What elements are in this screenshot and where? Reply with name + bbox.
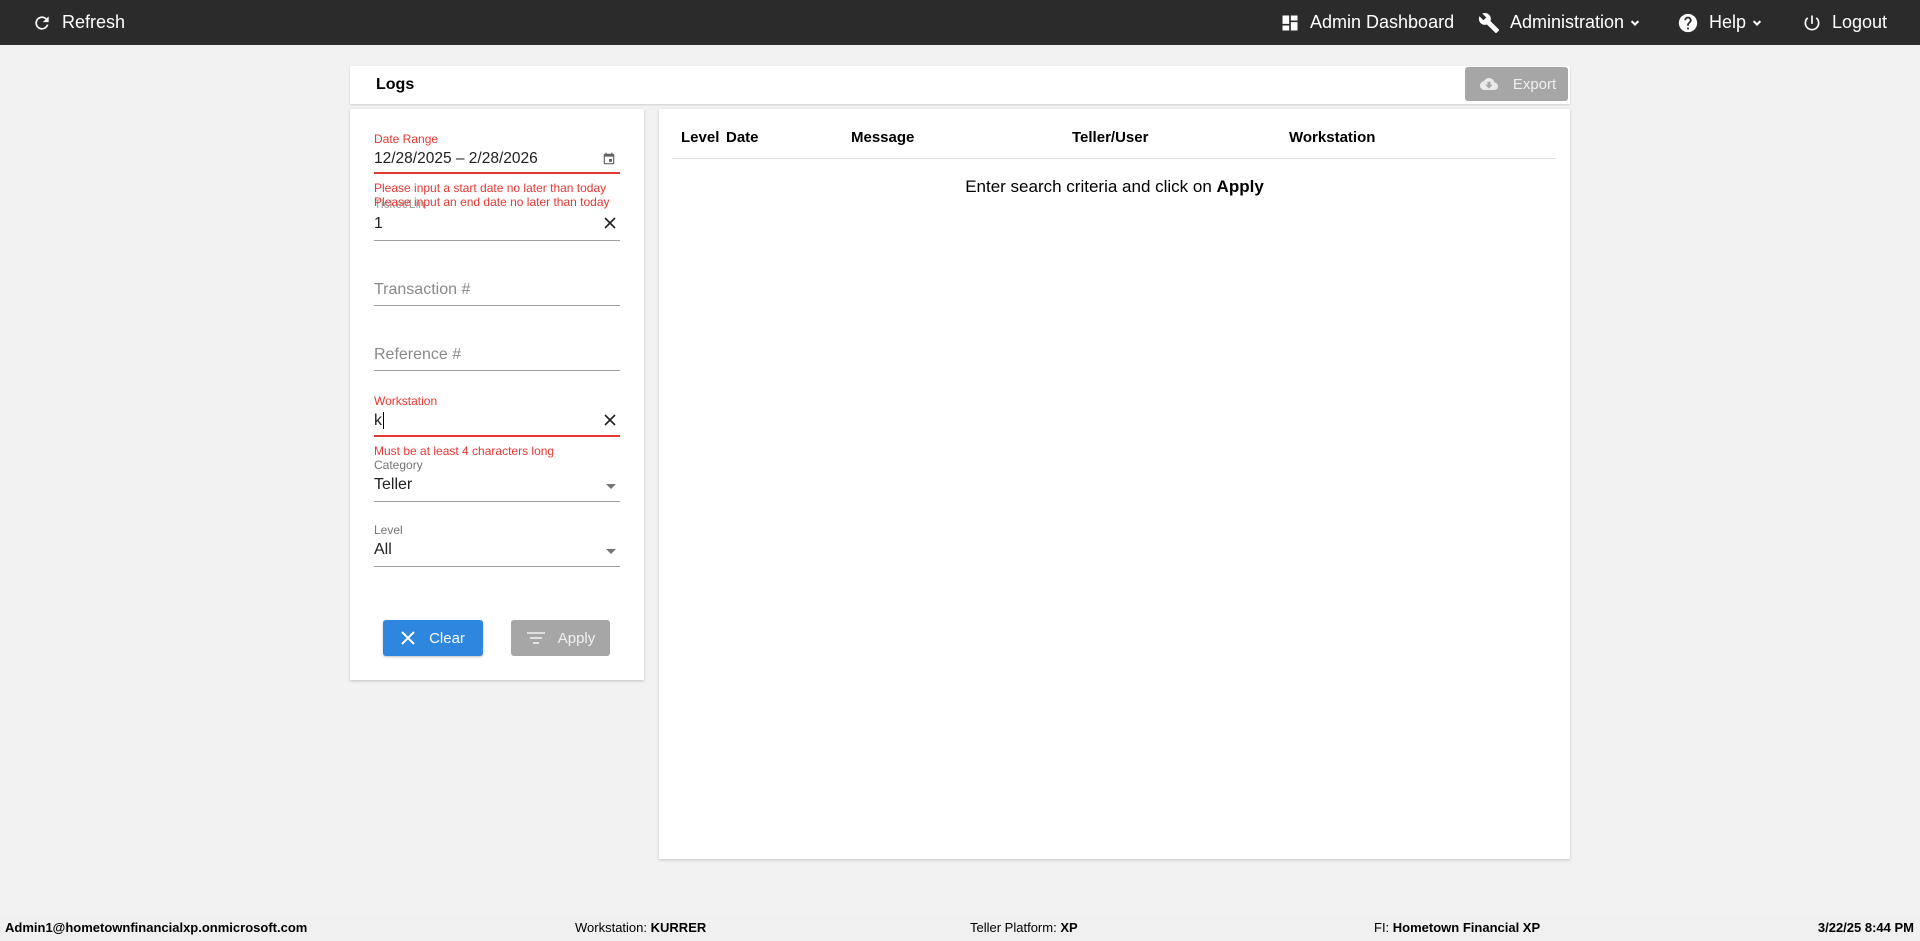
reference-placeholder[interactable]: Reference # [374, 346, 461, 364]
status-platform-value: XP [1060, 920, 1078, 935]
refresh-label: Refresh [62, 12, 126, 32]
date-range-value[interactable]: 12/28/2025 – 2/28/2026 [374, 150, 538, 168]
apply-label: Apply [557, 629, 596, 647]
empty-state-message: Enter search criteria and click on Apply [659, 177, 1570, 197]
category-label: Category [374, 458, 423, 472]
reference-underline [374, 370, 620, 371]
workstation-input[interactable]: k [374, 412, 384, 430]
status-user-value: Admin1@hometownfinancialxp.onmicrosoft.c… [5, 920, 308, 935]
status-platform-label: Teller Platform: [970, 920, 1057, 935]
administration-label: Administration [1510, 12, 1625, 32]
date-range-field[interactable]: Date Range 12/28/2025 – 2/28/2026 Please… [374, 132, 620, 195]
date-range-label: Date Range [374, 132, 439, 146]
workstation-value: k [374, 412, 382, 429]
clear-button[interactable]: Clear [383, 620, 483, 656]
transaction-placeholder[interactable]: Transaction # [374, 281, 470, 299]
export-button[interactable]: Export [1465, 67, 1568, 101]
table-header-divider [672, 158, 1556, 159]
empty-state-action: Apply [1216, 177, 1264, 196]
transaction-field[interactable]: Transaction # [374, 281, 620, 311]
chevron-down-icon [1752, 19, 1762, 26]
help-icon [1678, 13, 1698, 32]
dashboard-icon [1282, 15, 1298, 30]
admin-dashboard-link[interactable]: Admin Dashboard [1280, 0, 1454, 45]
status-fi: FI: Hometown Financial XP [1374, 915, 1540, 941]
status-workstation-label: Workstation: [575, 920, 648, 935]
logout-button[interactable]: Logout [1802, 0, 1887, 45]
status-datetime-value: 3/22/25 8:44 PM [1817, 920, 1914, 935]
column-header-message[interactable]: Message [851, 129, 914, 146]
refresh-button[interactable]: Refresh [32, 0, 125, 45]
date-range-underline [374, 172, 620, 174]
filter-icon [526, 632, 545, 644]
refresh-icon [35, 15, 49, 30]
calendar-icon[interactable] [602, 152, 616, 166]
level-select[interactable]: Level All [374, 523, 620, 578]
transaction-underline [374, 305, 620, 306]
category-select[interactable]: Category Teller [374, 458, 620, 513]
results-panel: Level Date Message Teller/User Workstati… [659, 109, 1570, 859]
status-bar: Admin1@hometownfinancialxp.onmicrosoft.c… [0, 915, 1920, 941]
reference-field[interactable]: Reference # [374, 346, 620, 376]
dropdown-arrow-icon [606, 484, 616, 489]
close-icon[interactable] [604, 414, 616, 426]
page-title: Logs [376, 76, 415, 93]
column-header-workstation[interactable]: Workstation [1289, 129, 1375, 146]
status-fi-label: FI: [1374, 920, 1390, 935]
close-icon [401, 631, 415, 645]
wrench-icon [1478, 12, 1500, 33]
workstation-underline [374, 435, 620, 437]
status-datetime: 3/22/25 8:44 PM [1818, 915, 1914, 941]
ticket-field[interactable]: Ticket/Lin Please input an end date no l… [374, 195, 620, 247]
help-label: Help [1709, 12, 1747, 32]
status-platform: Teller Platform: XP [970, 915, 1078, 941]
level-underline [374, 566, 620, 567]
column-header-level[interactable]: Level [681, 129, 719, 146]
logs-header: Logs Export [350, 66, 1570, 104]
dropdown-arrow-icon [606, 549, 616, 554]
level-value: All [374, 541, 392, 558]
cloud-download-icon [1479, 78, 1498, 90]
text-cursor [383, 412, 384, 430]
export-label: Export [1512, 75, 1557, 93]
category-value: Teller [374, 476, 413, 493]
apply-button[interactable]: Apply [511, 620, 610, 656]
status-workstation: Workstation: KURRER [575, 915, 706, 941]
workstation-field[interactable]: Workstation k Must be at least 4 charact… [374, 394, 620, 458]
empty-state-text: Enter search criteria and click on [965, 177, 1217, 196]
power-icon [1804, 15, 1820, 30]
workstation-error: Must be at least 4 characters long [374, 444, 555, 458]
level-label: Level [374, 523, 403, 537]
close-icon[interactable] [604, 217, 616, 229]
status-fi-value: Hometown Financial XP [1392, 920, 1541, 935]
column-header-date[interactable]: Date [726, 129, 759, 146]
clear-label: Clear [429, 629, 465, 647]
logout-label: Logout [1832, 12, 1888, 32]
workstation-label: Workstation [374, 394, 438, 408]
ticket-underline [374, 240, 620, 241]
top-navigation-bar: Refresh Admin Dashboard Administration H… [0, 0, 1920, 45]
ticket-value[interactable]: 1 [374, 215, 383, 233]
admin-dashboard-label: Admin Dashboard [1310, 12, 1455, 32]
filter-panel: Date Range 12/28/2025 – 2/28/2026 Please… [350, 109, 644, 680]
category-underline [374, 501, 620, 502]
column-header-teller-user[interactable]: Teller/User [1072, 129, 1148, 146]
administration-menu[interactable]: Administration [1478, 0, 1642, 45]
date-range-end-error: Please input an end date no later than t… [374, 195, 610, 209]
status-workstation-value: KURRER [650, 920, 707, 935]
help-menu[interactable]: Help [1677, 0, 1764, 45]
date-range-start-error: Please input a start date no later than … [374, 181, 607, 195]
status-user: Admin1@hometownfinancialxp.onmicrosoft.c… [5, 915, 307, 941]
chevron-down-icon [1630, 19, 1640, 26]
